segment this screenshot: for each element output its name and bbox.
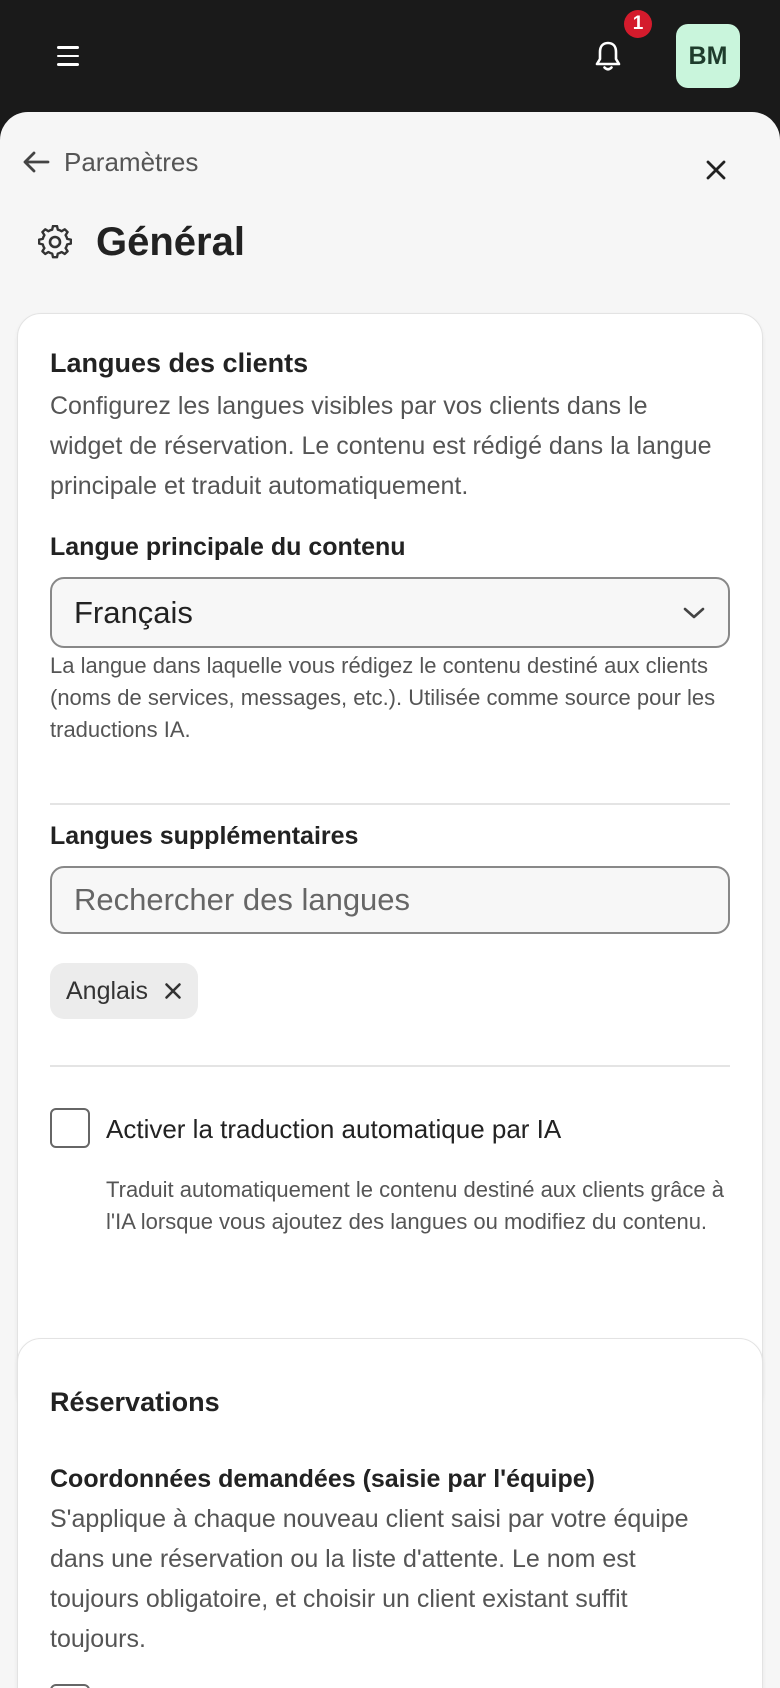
divider <box>50 1065 730 1067</box>
notification-count-badge: 1 <box>624 10 652 38</box>
client-languages-description: Configurez les langues visibles par vos … <box>50 392 712 500</box>
contact-details-description: S'applique à chaque nouveau client saisi… <box>50 1505 689 1653</box>
page-title: Général <box>96 219 245 264</box>
language-chip-english: Anglais <box>50 963 198 1019</box>
primary-language-select[interactable]: Français <box>50 577 730 648</box>
page-header: Général <box>38 210 245 274</box>
close-icon <box>706 160 726 180</box>
back-to-settings-link[interactable]: Paramètres <box>20 142 198 182</box>
arrow-left-icon <box>23 151 50 173</box>
ai-translation-checkbox[interactable] <box>50 1108 90 1148</box>
gear-icon <box>38 225 72 259</box>
reservations-card: Réservations Coordonnées demandées (sais… <box>17 1338 763 1688</box>
menu-icon-bar <box>57 54 79 58</box>
menu-button[interactable] <box>48 36 88 76</box>
top-bar: 1 BM <box>0 0 780 112</box>
contact-details-label: Coordonnées demandées (saisie par l'équi… <box>50 1465 595 1493</box>
primary-language-label: Langue principale du contenu <box>50 533 406 561</box>
ai-translation-label[interactable]: Activer la traduction automatique par IA <box>106 1114 561 1145</box>
divider <box>50 803 730 805</box>
close-icon <box>165 983 181 999</box>
additional-languages-label: Langues supplémentaires <box>50 822 359 850</box>
reservations-heading: Réservations <box>50 1387 220 1417</box>
bell-icon <box>595 41 621 71</box>
primary-language-help: La langue dans laquelle vous rédigez le … <box>50 653 716 742</box>
language-chip-label: Anglais <box>66 976 148 1005</box>
remove-language-button[interactable] <box>164 982 182 1000</box>
back-link-label: Paramètres <box>64 146 199 177</box>
notifications-button[interactable] <box>588 36 628 76</box>
contact-field-checkbox[interactable] <box>50 1684 90 1688</box>
menu-icon-bar <box>57 63 79 66</box>
language-search-input[interactable] <box>50 866 730 934</box>
menu-icon-bar <box>57 46 79 49</box>
ai-translation-help: Traduit automatiquement le contenu desti… <box>106 1177 724 1234</box>
client-languages-heading: Langues des clients <box>50 348 309 378</box>
close-button[interactable] <box>694 148 738 192</box>
settings-sheet: Paramètres Général Langues des clients C… <box>0 112 780 1688</box>
client-languages-card: Langues des clients Configurez les langu… <box>17 313 763 1415</box>
chevron-down-icon <box>683 607 705 618</box>
primary-language-value: Français <box>74 594 193 630</box>
user-avatar[interactable]: BM <box>676 24 740 88</box>
